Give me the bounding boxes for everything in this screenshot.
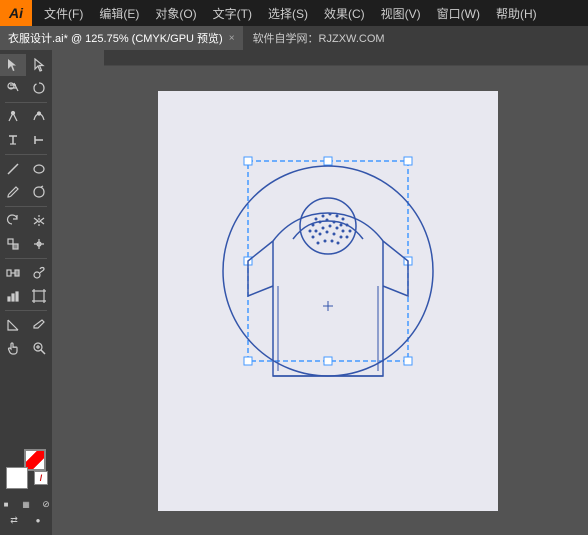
swap-row: ⇄ ● xyxy=(3,513,49,527)
menu-help[interactable]: 帮助(H) xyxy=(488,0,545,26)
vertical-type-tool[interactable] xyxy=(26,129,52,151)
tool-separator-3 xyxy=(5,206,47,207)
column-graph-tool[interactable] xyxy=(0,285,26,307)
menu-bar: 文件(F) 编辑(E) 对象(O) 文字(T) 选择(S) 效果(C) 视图(V… xyxy=(32,0,545,26)
zoom-tool[interactable] xyxy=(26,337,52,359)
tool-row-shape xyxy=(0,158,52,180)
tab-right-info: 软件自学网：RJZXW.COM xyxy=(243,26,395,50)
fill-color-swatch xyxy=(26,451,44,469)
tool-row-warp xyxy=(0,233,52,255)
main-area: / ■ ▦ ⊘ ⇄ ● xyxy=(0,50,588,535)
menu-text[interactable]: 文字(T) xyxy=(205,0,260,26)
lasso-tool[interactable] xyxy=(26,77,52,99)
mesh-tool[interactable] xyxy=(26,233,52,255)
tool-row-selection xyxy=(0,54,52,76)
direct-selection-tool[interactable] xyxy=(26,54,52,76)
line-tool[interactable] xyxy=(0,158,26,180)
curvature-tool[interactable] xyxy=(26,106,52,128)
rotate-tool[interactable] xyxy=(0,210,26,232)
none-color[interactable]: / xyxy=(34,471,48,485)
symbol-sprayer-tool[interactable] xyxy=(26,262,52,284)
canvas-wrapper xyxy=(52,50,588,535)
paintbrush-tool[interactable] xyxy=(0,181,26,203)
active-tab[interactable]: 衣服设计.ai* @ 125.75% (CMYK/GPU 预览) × xyxy=(0,26,243,50)
eraser-tool[interactable] xyxy=(26,314,52,336)
tool-row-pen xyxy=(0,106,52,128)
tool-row-blend xyxy=(0,262,52,284)
tool-row-paint xyxy=(0,181,52,203)
blob-brush-tool[interactable] xyxy=(26,181,52,203)
tool-separator-4 xyxy=(5,258,47,259)
tab-bar: 衣服设计.ai* @ 125.75% (CMYK/GPU 预览) × 软件自学网… xyxy=(0,26,588,50)
color-mode-btn[interactable]: ■ xyxy=(0,497,15,511)
color-boxes: / xyxy=(6,449,46,489)
menu-effect[interactable]: 效果(C) xyxy=(316,0,373,26)
slice-tool[interactable] xyxy=(0,314,26,336)
tab-label: 衣服设计.ai* @ 125.75% (CMYK/GPU 预览) xyxy=(8,30,223,46)
magic-wand-tool[interactable] xyxy=(0,77,26,99)
swap-colors-btn[interactable]: ⇄ xyxy=(3,513,25,527)
hand-tool[interactable] xyxy=(0,337,26,359)
tab-close-button[interactable]: × xyxy=(229,33,235,44)
canvas-area[interactable] xyxy=(68,66,588,535)
tool-row-lasso xyxy=(0,77,52,99)
gradient-mode-btn[interactable]: ▦ xyxy=(17,497,35,511)
stroke-color[interactable] xyxy=(6,467,28,489)
tool-row-slice xyxy=(0,314,52,336)
reflect-tool[interactable] xyxy=(26,210,52,232)
default-colors-btn[interactable]: ● xyxy=(27,513,49,527)
toolbar: / ■ ▦ ⊘ ⇄ ● xyxy=(0,50,52,535)
tool-row-graph xyxy=(0,285,52,307)
tool-row-type xyxy=(0,129,52,151)
tool-separator-2 xyxy=(5,154,47,155)
tool-row-rotate xyxy=(0,210,52,232)
menu-window[interactable]: 窗口(W) xyxy=(429,0,488,26)
blend-tool[interactable] xyxy=(0,262,26,284)
menu-select[interactable]: 选择(S) xyxy=(260,0,316,26)
type-tool[interactable] xyxy=(0,129,26,151)
color-area: / ■ ▦ ⊘ ⇄ ● xyxy=(0,449,55,535)
tool-separator-1 xyxy=(5,102,47,103)
color-mode-row: ■ ▦ ⊘ xyxy=(0,497,55,511)
ruler-horizontal xyxy=(104,50,588,66)
menu-object[interactable]: 对象(O) xyxy=(147,0,204,26)
tool-row-hand xyxy=(0,337,52,359)
document-canvas xyxy=(158,91,498,511)
selection-tool[interactable] xyxy=(0,54,26,76)
artboard-tool[interactable] xyxy=(26,285,52,307)
tool-separator-5 xyxy=(5,310,47,311)
ai-logo: Ai xyxy=(0,0,32,26)
ellipse-tool[interactable] xyxy=(26,158,52,180)
live-paint-tool[interactable] xyxy=(0,233,26,255)
design-svg xyxy=(188,131,468,471)
menu-view[interactable]: 视图(V) xyxy=(373,0,429,26)
menu-file[interactable]: 文件(F) xyxy=(36,0,91,26)
pen-tool[interactable] xyxy=(0,106,26,128)
menu-edit[interactable]: 编辑(E) xyxy=(91,0,147,26)
title-bar: Ai 文件(F) 编辑(E) 对象(O) 文字(T) 选择(S) 效果(C) 视… xyxy=(0,0,588,26)
